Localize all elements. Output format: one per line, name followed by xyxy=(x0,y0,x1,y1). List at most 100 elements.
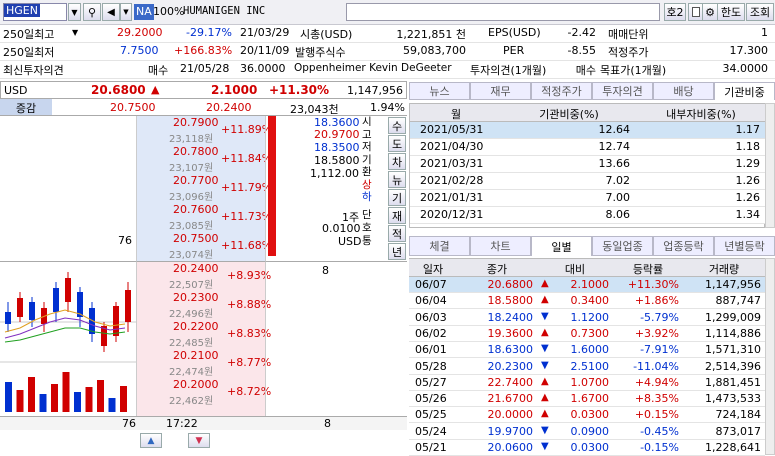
ask-krw: 23,085원 xyxy=(169,221,214,232)
tab-2[interactable]: 적정주가 xyxy=(531,82,592,100)
volume-bar xyxy=(108,398,116,412)
inst-scrollbar[interactable] xyxy=(765,103,775,228)
table-row[interactable]: 06/02 19.3600 ▲ 0.7300 +3.92% 1,114,886 xyxy=(409,325,765,342)
ask-price[interactable]: 20.7700 xyxy=(173,174,219,187)
pct-cell: +3.92% xyxy=(634,326,679,340)
date-cell: 05/25 xyxy=(415,408,447,422)
shares-label: 발행주식수 xyxy=(295,46,346,59)
bid-krw: 22,462원 xyxy=(169,396,214,407)
close-cell: 22.7400 xyxy=(487,375,534,389)
scroll-down-button[interactable]: ▼ xyxy=(188,433,210,448)
tab-2[interactable]: 일별 xyxy=(531,236,592,256)
side-tab[interactable]: 기 xyxy=(388,189,406,206)
diff-cell: 2.1000 xyxy=(570,278,610,291)
ask-price[interactable]: 20.7500 xyxy=(173,232,219,245)
tab-5[interactable]: 기관비중 xyxy=(714,82,775,100)
eps-value: -2.42 xyxy=(567,26,596,39)
company-name: HUMANIGEN INC xyxy=(183,5,266,17)
ref-price: 18.5800 xyxy=(314,154,360,167)
candle-body xyxy=(125,290,131,322)
side-tab[interactable]: 도 xyxy=(388,135,406,152)
sound-button[interactable]: ◀ xyxy=(102,3,120,21)
date-cell: 06/04 xyxy=(415,294,447,308)
volume-cell: 1,228,641 xyxy=(705,441,761,454)
symbol-input[interactable]: HGEN xyxy=(3,3,67,21)
bid-price[interactable]: 20.2100 xyxy=(173,349,219,362)
tab-3[interactable]: 동일업종 xyxy=(592,236,653,256)
side-label: 하 xyxy=(362,191,372,203)
tab-4[interactable]: 업종등락 xyxy=(653,236,714,256)
tab-1[interactable]: 재무 xyxy=(470,82,531,100)
table-row[interactable]: 06/03 18.2400 ▼ 1.1200 -5.79% 1,299,009 xyxy=(409,309,765,326)
settings-button[interactable]: ⚙ xyxy=(702,3,718,21)
low-date: 20/11/09 xyxy=(240,44,290,57)
memo-input[interactable] xyxy=(346,3,660,21)
scroll-up-button[interactable]: ▲ xyxy=(140,433,162,448)
symbol-dropdown-button[interactable]: ▼ xyxy=(68,3,81,21)
bid-krw: 22,474원 xyxy=(169,367,214,378)
table-row[interactable]: 2021/01/31 7.00 1.26 xyxy=(410,190,766,207)
search-button[interactable]: ⚲ xyxy=(83,3,101,21)
table-row[interactable]: 05/26 21.6700 ▲ 1.6700 +8.35% 1,473,533 xyxy=(409,391,765,408)
tab-3[interactable]: 투자의견 xyxy=(592,82,653,100)
triangle-up-icon: ▲ xyxy=(541,278,549,289)
date-cell: 05/26 xyxy=(415,392,447,406)
analyst-name: Oppenheimer Kevin DeGeeter xyxy=(294,62,452,74)
number-button[interactable]: 호2 xyxy=(664,3,686,21)
table-row[interactable]: 05/25 20.0000 ▲ 0.0300 +0.15% 724,184 xyxy=(409,407,765,424)
tab-4[interactable]: 배당 xyxy=(653,82,714,100)
side-tab[interactable]: 차 xyxy=(388,153,406,170)
bid-price[interactable]: 20.2400 xyxy=(173,262,219,275)
bid-price[interactable]: 20.2300 xyxy=(173,291,219,304)
volume-cell: 1,881,451 xyxy=(705,375,761,389)
triangle-down-icon: ▼ xyxy=(541,424,549,436)
table-row[interactable]: 2021/04/30 12.74 1.18 xyxy=(410,139,766,156)
table-cell: 2021/04/30 xyxy=(420,140,484,153)
currency-code: USD xyxy=(338,235,362,248)
ask-krw: 23,118원 xyxy=(169,134,214,145)
bid-price[interactable]: 20.2200 xyxy=(173,320,219,333)
tab-5[interactable]: 년별등락 xyxy=(714,236,775,256)
table-row[interactable]: 2021/02/28 7.02 1.26 xyxy=(410,173,766,190)
table-row[interactable]: 05/24 19.9700 ▼ 0.0900 -0.45% 873,017 xyxy=(409,423,765,440)
table-row[interactable]: 06/04 18.5800 ▲ 0.3400 +1.86% 887,747 xyxy=(409,293,765,310)
triangle-down-icon: ▼ xyxy=(541,310,549,322)
limit-button[interactable]: 한도 xyxy=(717,3,745,21)
triangle-down-icon: ▼ xyxy=(541,343,549,355)
table-row[interactable]: 06/01 18.6300 ▼ 1.6000 -7.91% 1,571,310 xyxy=(409,342,765,359)
daily-header: 일자 종가 대비 등락률 거래량 xyxy=(409,259,765,277)
side-label-col-2: 단호통 xyxy=(362,209,374,248)
ask-price[interactable]: 20.7900 xyxy=(173,116,219,129)
sound-dropdown-button[interactable]: ▼ xyxy=(120,3,132,21)
table-row[interactable]: 05/21 20.0600 ▼ 0.0300 -0.15% 1,228,641 xyxy=(409,440,765,456)
tab-0[interactable]: 체결 xyxy=(409,236,470,256)
tab-1[interactable]: 차트 xyxy=(470,236,531,256)
side-tab[interactable]: 수 xyxy=(388,117,406,134)
side-tab[interactable]: 적 xyxy=(388,225,406,242)
daily-scrollbar[interactable] xyxy=(765,258,775,455)
side-tab[interactable]: 재 xyxy=(388,207,406,224)
tab-0[interactable]: 뉴스 xyxy=(409,82,470,100)
mini-candle-chart xyxy=(0,261,137,416)
chevron-down-icon[interactable]: ▼ xyxy=(72,28,78,37)
day-range-bar xyxy=(268,116,276,256)
table-row[interactable]: 2021/03/31 13.66 1.29 xyxy=(410,156,766,173)
diff-cell: 0.0300 xyxy=(570,408,610,422)
table-row[interactable]: 05/28 20.2300 ▼ 2.5100 -11.04% 2,514,396 xyxy=(409,358,765,375)
table-row[interactable]: 2020/12/31 8.06 1.34 xyxy=(410,207,766,224)
table-cell: 7.00 xyxy=(605,191,631,204)
table-cell: 2021/05/31 xyxy=(420,123,484,136)
side-tab[interactable]: 뉴 xyxy=(388,171,406,188)
diff-cell: 1.6000 xyxy=(570,343,610,357)
pct-cell: -5.79% xyxy=(640,310,679,324)
time-label: 17:22 xyxy=(166,417,198,430)
side-tab[interactable]: 년 xyxy=(388,243,406,260)
table-row[interactable]: 06/07 20.6800 ▲ 2.1000 +11.30% 1,147,956 xyxy=(409,277,765,293)
bid-price[interactable]: 20.2000 xyxy=(173,378,219,391)
table-row[interactable]: 2021/05/31 12.64 1.17 xyxy=(410,122,766,139)
table-row[interactable]: 05/27 22.7400 ▲ 1.0700 +4.94% 1,881,451 xyxy=(409,374,765,391)
opinion-date: 21/05/28 xyxy=(180,62,230,75)
ask-price[interactable]: 20.7800 xyxy=(173,145,219,158)
ask-price[interactable]: 20.7600 xyxy=(173,203,219,216)
query-button[interactable]: 조회 xyxy=(746,3,774,21)
